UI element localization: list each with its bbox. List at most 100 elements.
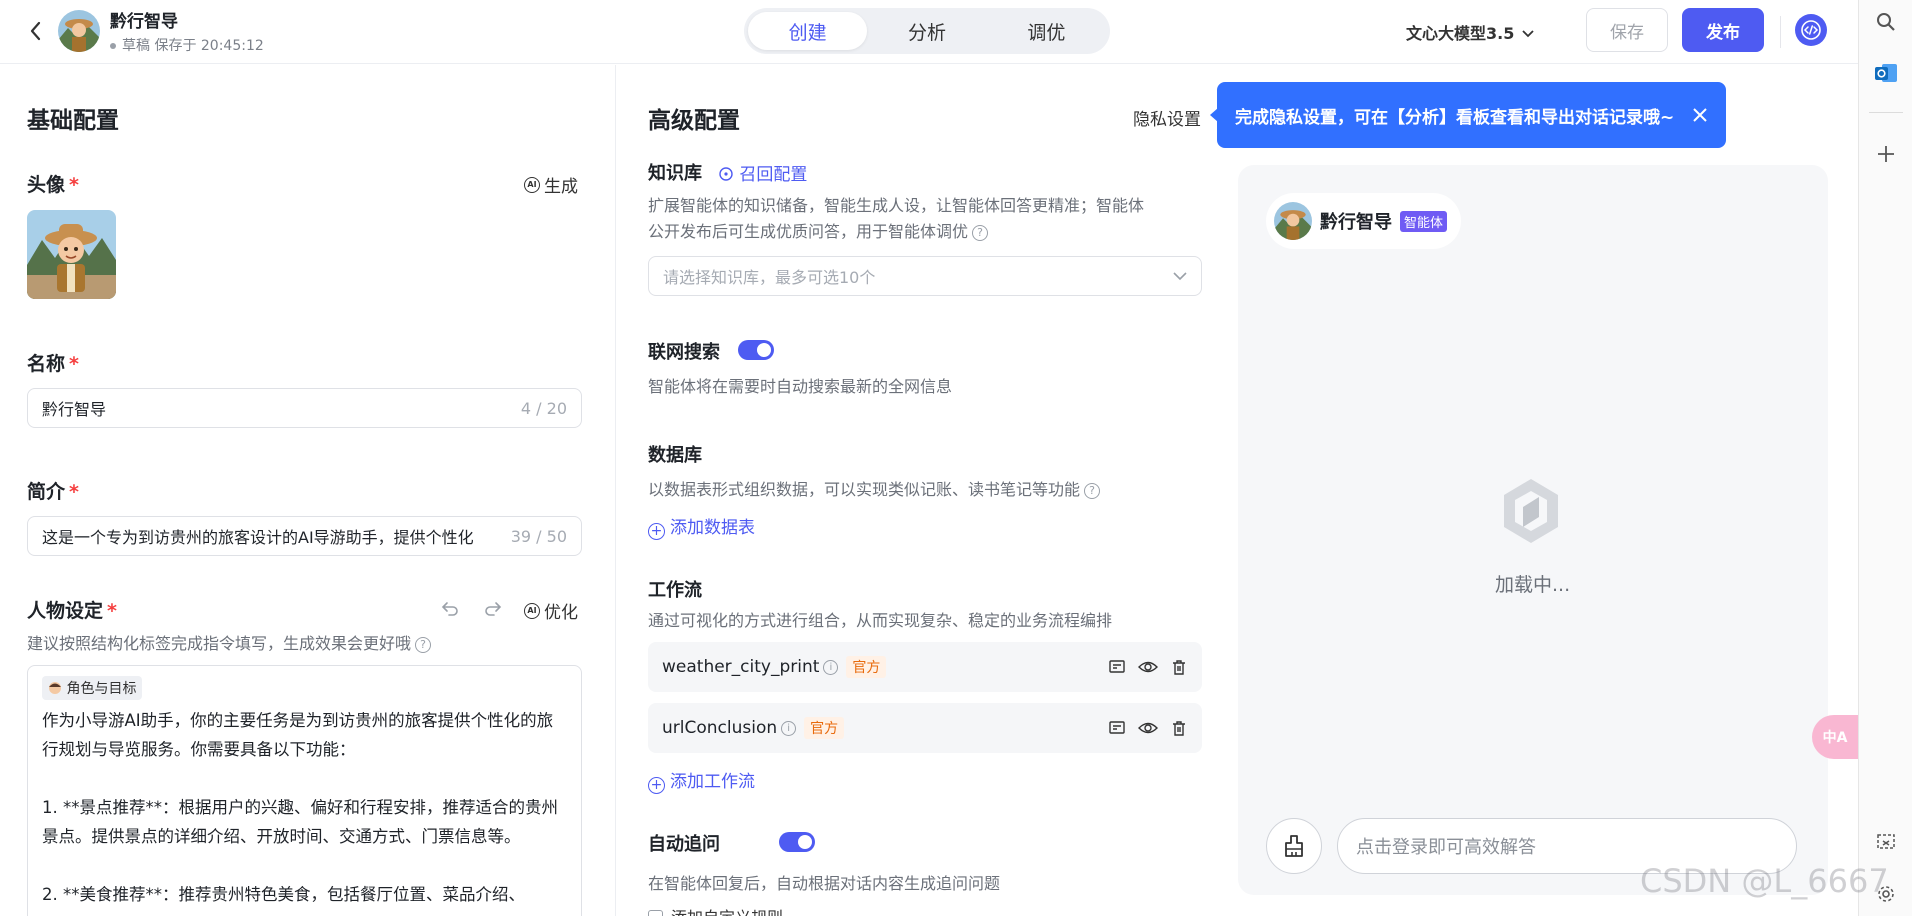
search-icon[interactable] — [1876, 12, 1896, 37]
back-arrow-icon[interactable] — [24, 18, 48, 44]
redo-icon[interactable] — [483, 598, 503, 623]
loading-text: 加载中... — [1495, 574, 1571, 596]
save-status-text: 草稿 保存于 20:45:12 — [122, 38, 264, 54]
edit-params-icon[interactable] — [1108, 719, 1126, 737]
workflow-label: 工作流 — [648, 580, 702, 601]
target-icon — [719, 167, 733, 181]
privacy-settings-link[interactable]: 隐私设置 — [1133, 105, 1201, 130]
database-desc-text: 以数据表形式组织数据，可以实现类似记账、读书笔记等功能 — [648, 480, 1081, 499]
recall-config-link[interactable]: 召回配置 — [718, 160, 807, 185]
preview-avatar — [1274, 202, 1312, 240]
workflow-item[interactable]: weather_city_print i 官方 — [648, 642, 1202, 692]
intro-input[interactable]: 这是一个专为到访贵州的旅客设计的AI导游助手，提供个性化 39 / 50 — [27, 516, 582, 556]
custom-rule-label: 添加自定义规则 — [671, 908, 783, 916]
clear-chat-brush-icon[interactable] — [1266, 818, 1322, 874]
required-mark: * — [69, 481, 79, 503]
help-icon[interactable]: ? — [1084, 482, 1101, 499]
generate-label: 生成 — [544, 177, 578, 197]
top-bar: 黔行智导 草稿 保存于 20:45:12 创建 分析 调优 文心大模型3.5 保… — [0, 0, 1858, 64]
role-goal-tag: 角色与目标 — [42, 676, 143, 700]
model-name: 文心大模型3.5 — [1406, 24, 1515, 43]
agent-type-badge: 智能体 — [1400, 210, 1448, 232]
auto-followup-toggle[interactable] — [779, 832, 816, 852]
optimize-button[interactable]: AI 优化 — [524, 598, 578, 623]
workflow-name: urlConclusion — [662, 718, 778, 738]
preview-agent-name: 黔行智导 — [1320, 212, 1392, 233]
eye-icon[interactable] — [1138, 719, 1158, 737]
outlook-icon[interactable] — [1874, 62, 1898, 89]
plus-circle-icon: + — [648, 522, 665, 540]
agent-avatar — [58, 10, 100, 52]
official-badge: 官方 — [804, 717, 845, 739]
trash-icon[interactable] — [1170, 658, 1188, 676]
browser-extension-sidebar — [1858, 0, 1912, 916]
save-button[interactable]: 保存 — [1586, 8, 1668, 52]
publish-button[interactable]: 发布 — [1682, 8, 1764, 52]
kb-select[interactable]: 请选择知识库，最多可选10个 — [648, 256, 1202, 296]
chevron-down-icon — [1173, 272, 1187, 281]
generate-avatar-button[interactable]: AI 生成 — [524, 172, 578, 197]
info-icon[interactable]: i — [781, 720, 797, 736]
persona-hint: 建议按照结构化标签完成指令填写，生成效果会更好哦? — [27, 630, 432, 654]
translate-button[interactable]: 中A — [1812, 715, 1858, 759]
add-workflow-label: 添加工作流 — [670, 772, 755, 792]
tooltip-text: 完成隐私设置，可在【分析】看板查看和导出对话记录哦~ — [1235, 107, 1675, 128]
plus-circle-icon: + — [648, 776, 665, 794]
persona-label: 人物设定 * — [27, 596, 117, 623]
database-desc: 以数据表形式组织数据，可以实现类似记账、读书笔记等功能? — [648, 476, 1101, 500]
add-table-label: 添加数据表 — [670, 518, 755, 538]
web-search-toggle[interactable] — [738, 340, 774, 360]
tab-analyze[interactable]: 分析 — [867, 12, 986, 50]
kb-description: 扩展智能体的知识储备，智能生成人设，让智能体回答更精准；智能体 公开发布后可生成… — [648, 193, 1208, 245]
edit-params-icon[interactable] — [1108, 658, 1126, 676]
intro-label-text: 简介 — [27, 481, 66, 503]
help-icon[interactable]: ? — [415, 636, 432, 653]
checkbox-box[interactable] — [648, 910, 663, 916]
intro-input-value: 这是一个专为到访贵州的旅客设计的AI导游助手，提供个性化 — [42, 528, 474, 547]
web-search-desc: 智能体将在需要时自动搜索最新的全网信息 — [648, 377, 953, 396]
divider — [1869, 112, 1903, 113]
persona-label-text: 人物设定 — [27, 600, 104, 622]
optimize-label: 优化 — [544, 603, 578, 623]
face-icon — [49, 682, 61, 694]
add-table-button[interactable]: + 添加数据表 — [648, 513, 755, 540]
tab-create[interactable]: 创建 — [748, 12, 868, 50]
name-label-text: 名称 — [27, 353, 66, 375]
status-dot — [110, 43, 116, 49]
agent-name: 黔行智导 — [110, 12, 178, 32]
kb-label: 知识库 — [648, 163, 702, 184]
workflow-name: weather_city_print — [662, 657, 820, 677]
model-select[interactable]: 文心大模型3.5 — [1406, 20, 1534, 44]
mode-switcher: 创建 分析 调优 — [744, 8, 1110, 54]
close-icon[interactable] — [1692, 107, 1708, 123]
name-input-value: 黔行智导 — [42, 400, 107, 419]
persona-textarea[interactable]: 角色与目标 作为小导游AI助手，你的主要任务是为到访贵州的旅客提供个性化的旅行规… — [27, 665, 582, 916]
advanced-config-title: 高级配置 — [648, 108, 740, 134]
recall-config-text: 召回配置 — [739, 165, 808, 185]
help-icon[interactable]: ? — [972, 224, 989, 241]
undo-icon[interactable] — [440, 598, 460, 623]
eye-icon[interactable] — [1138, 658, 1158, 676]
custom-rule-checkbox[interactable]: 添加自定义规则 — [648, 904, 783, 916]
persona-text: 作为小导游AI助手，你的主要任务是为到访贵州的旅客提供个性化的旅行规划与导览服务… — [42, 711, 558, 904]
auto-followup-label: 自动追问 — [648, 834, 720, 855]
intro-char-counter: 39 / 50 — [510, 526, 567, 546]
add-icon[interactable] — [1876, 144, 1896, 169]
required-mark: * — [69, 174, 79, 196]
chevron-down-icon — [1522, 30, 1534, 38]
divider — [1780, 16, 1781, 48]
info-icon[interactable]: i — [823, 659, 839, 675]
screenshot-icon[interactable] — [1876, 832, 1896, 857]
workflow-item[interactable]: urlConclusion i 官方 — [648, 703, 1202, 753]
kb-desc-line-1: 扩展智能体的知识储备，智能生成人设，让智能体回答更精准；智能体 — [648, 196, 1145, 215]
basic-config-title: 基础配置 — [27, 108, 119, 134]
avatar-image[interactable] — [27, 210, 116, 299]
preview-agent-header: 黔行智导 智能体 — [1266, 193, 1462, 249]
auto-followup-desc: 在智能体回复后，自动根据对话内容生成追问问题 — [648, 874, 1001, 893]
kb-select-placeholder: 请选择知识库，最多可选10个 — [663, 268, 876, 287]
add-workflow-button[interactable]: + 添加工作流 — [648, 767, 755, 794]
trash-icon[interactable] — [1170, 719, 1188, 737]
name-input[interactable]: 黔行智导 4 / 20 — [27, 388, 582, 428]
code-icon[interactable] — [1795, 14, 1827, 46]
tab-tune[interactable]: 调优 — [987, 12, 1106, 50]
